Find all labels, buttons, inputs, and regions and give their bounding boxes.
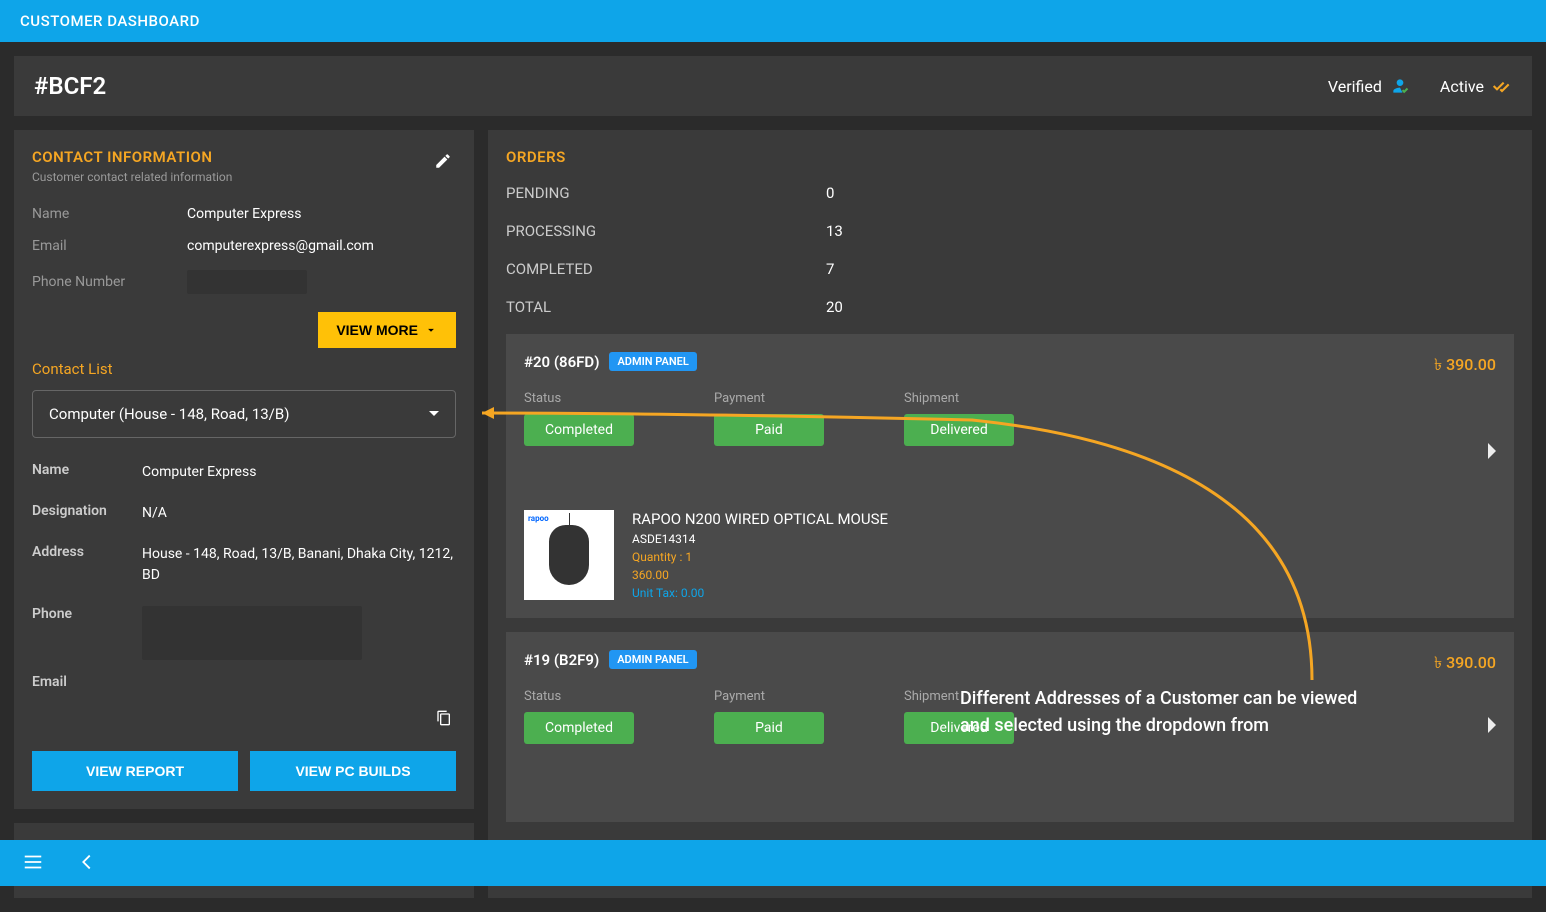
cl-email-label: Email (32, 640, 142, 690)
shipment-label: Shipment (904, 689, 1014, 704)
product-qty: Quantity : 1 (632, 550, 888, 564)
order-card[interactable]: #20 (86FD) ADMIN PANEL ৳ 390.00 Status C… (506, 334, 1514, 618)
shipment-label: Shipment (904, 391, 1014, 406)
left-column: CONTACT INFORMATION Customer contact rel… (14, 130, 474, 898)
email-label: Email (32, 238, 187, 254)
shipment-pill: Delivered (904, 712, 1014, 744)
chevron-down-icon (424, 323, 438, 337)
completed-label: COMPLETED (506, 260, 826, 278)
order-title: #19 (B2F9) (524, 651, 599, 669)
orders-title: ORDERS (506, 148, 1514, 166)
hamburger-icon (22, 851, 44, 873)
user-check-icon (1390, 76, 1410, 96)
cl-name-label: Name (32, 462, 142, 483)
right-column: ORDERS PENDING 0 PROCESSING 13 COMPLETED… (488, 130, 1532, 898)
copy-icon (436, 710, 452, 726)
product-image: rapoo (524, 510, 614, 600)
payment-label: Payment (714, 391, 824, 406)
shipment-pill: Delivered (904, 414, 1014, 446)
payment-label: Payment (714, 689, 824, 704)
orders-card: ORDERS PENDING 0 PROCESSING 13 COMPLETED… (488, 130, 1532, 898)
order-title: #20 (86FD) (524, 353, 599, 371)
customer-id: #BCF2 (34, 72, 106, 100)
total-value: 20 (826, 298, 843, 316)
view-more-button[interactable]: VIEW MORE (318, 312, 456, 348)
back-button[interactable] (72, 847, 102, 880)
double-check-icon (1492, 76, 1512, 96)
address-dropdown[interactable]: Computer (House - 148, Road, 13/B) (32, 390, 456, 438)
product-sku: ASDE14314 (632, 532, 888, 546)
order-badge: ADMIN PANEL (609, 352, 696, 371)
processing-value: 13 (826, 222, 843, 240)
order-line-item: rapoo RAPOO N200 WIRED OPTICAL MOUSE ASD… (524, 510, 1496, 600)
payment-pill: Paid (714, 712, 824, 744)
page-title: CUSTOMER DASHBOARD (20, 12, 200, 30)
menu-button[interactable] (18, 847, 48, 880)
status-pill: Completed (524, 712, 634, 744)
status-pill: Completed (524, 414, 634, 446)
copy-address-button[interactable] (432, 706, 456, 733)
name-label: Name (32, 206, 187, 222)
name-value: Computer Express (187, 206, 456, 222)
cl-designation-label: Designation (32, 503, 142, 524)
completed-value: 7 (826, 260, 834, 278)
customer-header: #BCF2 Verified Active (14, 56, 1532, 116)
bottom-bar (0, 840, 1546, 886)
status-label: Status (524, 391, 634, 406)
total-label: TOTAL (506, 298, 826, 316)
contact-info-title: CONTACT INFORMATION (32, 148, 232, 166)
cl-address-label: Address (32, 544, 142, 586)
product-name: RAPOO N200 WIRED OPTICAL MOUSE (632, 510, 888, 528)
processing-label: PROCESSING (506, 222, 826, 240)
chevron-right-icon (1486, 443, 1496, 463)
cl-phone-masked (142, 606, 362, 660)
order-price: ৳ 390.00 (1434, 650, 1496, 677)
view-pc-builds-button[interactable]: VIEW PC BUILDS (250, 751, 456, 791)
view-report-button[interactable]: VIEW REPORT (32, 751, 238, 791)
active-status: Active (1440, 76, 1512, 96)
contact-list-title: Contact List (32, 360, 456, 378)
phone-label: Phone Number (32, 274, 187, 290)
chevron-right-icon (1486, 717, 1496, 737)
cl-address-value: House - 148, Road, 13/B, Banani, Dhaka C… (142, 544, 456, 586)
chevron-left-icon (76, 851, 98, 873)
contact-info-subtitle: Customer contact related information (32, 170, 232, 184)
caret-down-icon (429, 409, 439, 419)
order-card[interactable]: #19 (B2F9) ADMIN PANEL ৳ 390.00 Status C… (506, 632, 1514, 822)
email-value: computerexpress@gmail.com (187, 238, 456, 254)
payment-pill: Paid (714, 414, 824, 446)
order-price: ৳ 390.00 (1434, 352, 1496, 379)
contact-info-card: CONTACT INFORMATION Customer contact rel… (14, 130, 474, 809)
cl-designation-value: N/A (142, 503, 456, 524)
cl-name-value: Computer Express (142, 462, 456, 483)
phone-value-masked (187, 270, 307, 294)
orders-summary: PENDING 0 PROCESSING 13 COMPLETED 7 TOTA… (506, 178, 1514, 322)
verified-status: Verified (1328, 76, 1410, 96)
product-price: 360.00 (632, 568, 888, 582)
status-label: Status (524, 689, 634, 704)
status-group: Verified Active (1328, 76, 1512, 96)
product-tax: Unit Tax: 0.00 (632, 586, 888, 600)
pending-value: 0 (826, 184, 834, 202)
pending-label: PENDING (506, 184, 826, 202)
top-bar: CUSTOMER DASHBOARD (0, 0, 1546, 42)
address-dropdown-selected: Computer (House - 148, Road, 13/B) (49, 405, 289, 423)
order-badge: ADMIN PANEL (609, 650, 696, 669)
pencil-icon (434, 152, 452, 170)
edit-contact-button[interactable] (430, 148, 456, 177)
mouse-icon (549, 525, 589, 585)
